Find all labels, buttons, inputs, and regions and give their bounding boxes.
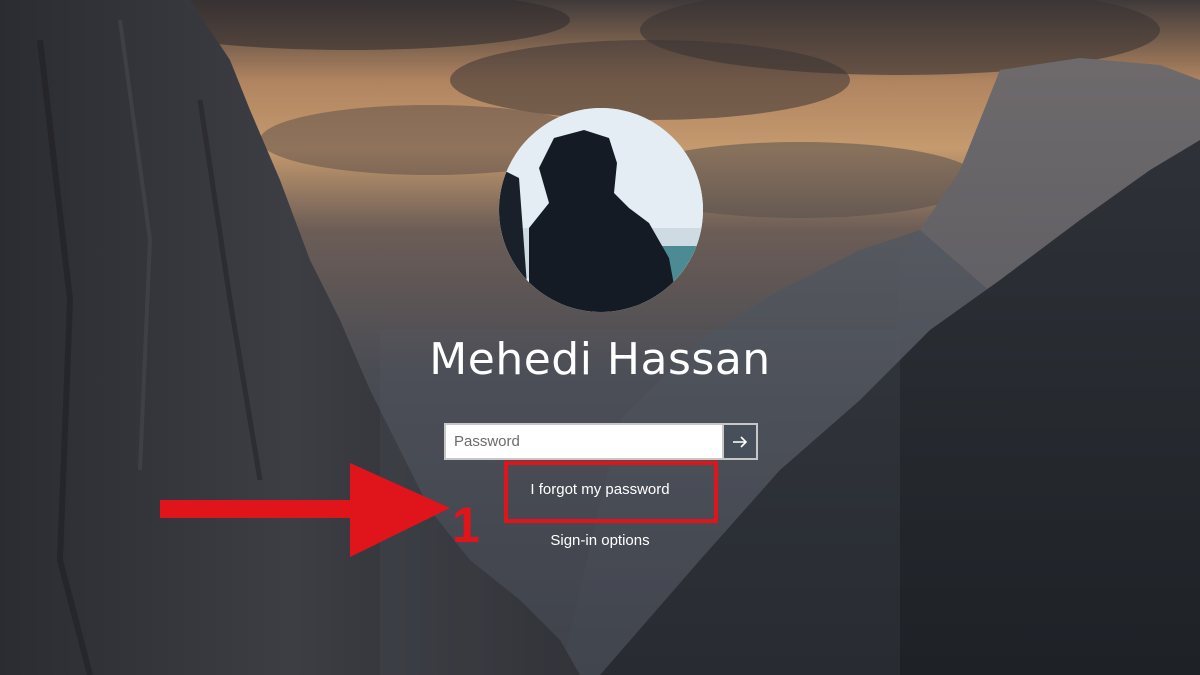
password-field-group — [444, 423, 758, 460]
lock-screen: Mehedi Hassan I forgot my password Sign-… — [0, 0, 1200, 675]
arrow-right-icon — [733, 435, 748, 448]
submit-button[interactable] — [722, 423, 758, 460]
sign-in-options-link[interactable]: Sign-in options — [450, 532, 750, 549]
annotation-arrow-icon — [160, 463, 450, 557]
password-input[interactable] — [444, 423, 722, 460]
login-panel: Mehedi Hassan I forgot my password Sign-… — [0, 0, 1200, 675]
user-avatar — [499, 108, 703, 312]
avatar-silhouette-image — [499, 108, 703, 312]
highlight-box — [504, 461, 718, 523]
step-number-label: 1 — [452, 497, 480, 553]
username-label: Mehedi Hassan — [429, 334, 771, 385]
